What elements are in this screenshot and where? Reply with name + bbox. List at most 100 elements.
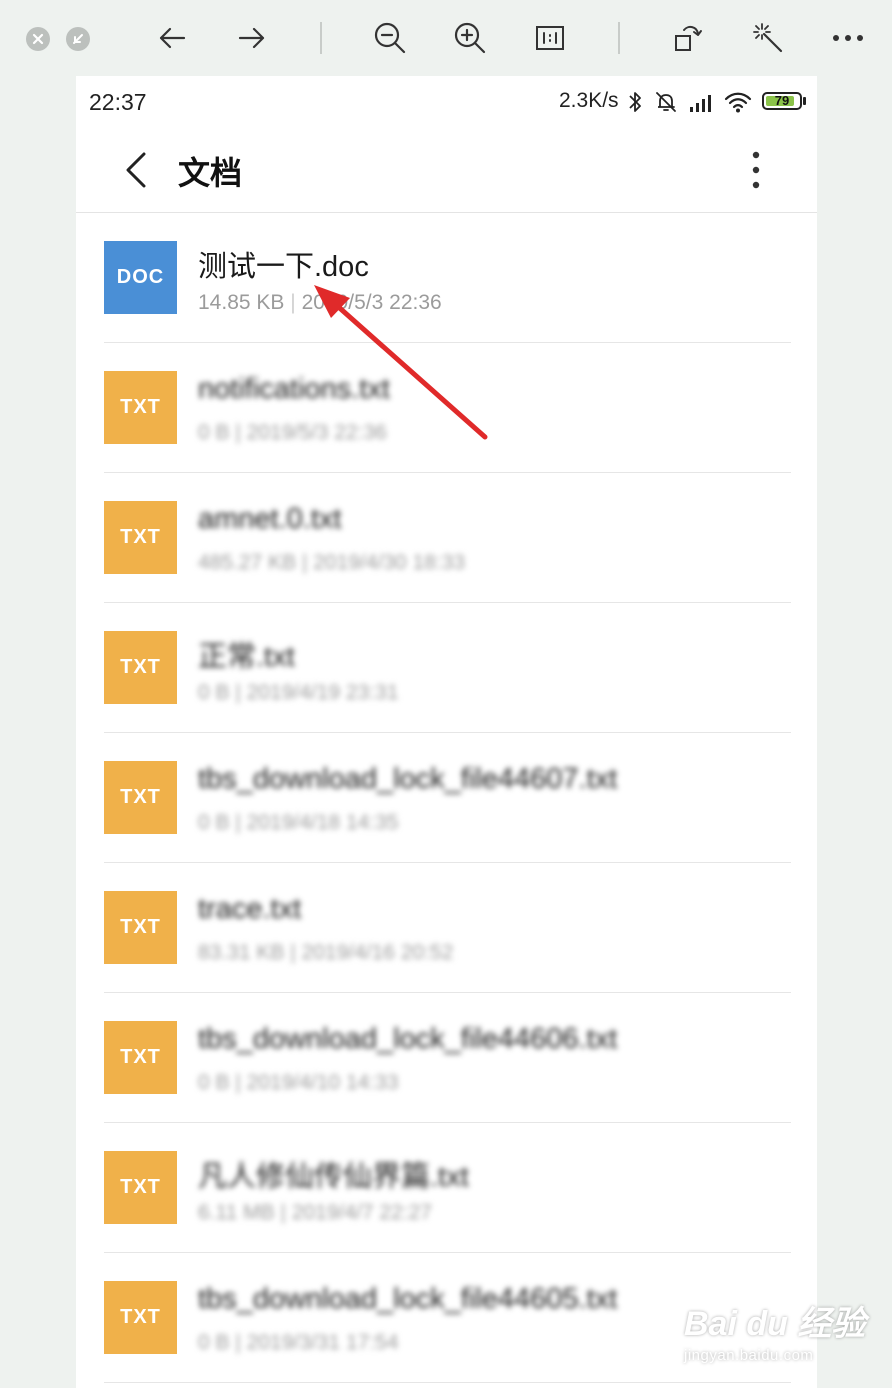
file-list-item[interactable]: TXT amnet.0.txt 485.27 KB | 2019/4/30 18… [76,473,817,603]
battery-indicator: 79 [762,92,802,110]
actual-size-icon [536,26,564,50]
prev-image-button[interactable] [148,14,196,62]
file-name: tbs_download_lock_file44605.txt [198,1283,618,1315]
file-date: 2019/4/30 18:33 [313,551,466,574]
rotate-button[interactable] [664,14,712,62]
file-name: tbs_download_lock_file44606.txt [198,1023,618,1055]
meta-separator: | [235,1331,241,1354]
close-icon [32,33,44,45]
file-name: amnet.0.txt [198,503,342,535]
rotate-icon [675,25,702,51]
file-list-item[interactable]: TXT tbs_download_lock_file44607.txt 0 B … [76,733,817,863]
wifi-icon [724,92,752,113]
network-speed: 2.3K/s [559,89,619,112]
file-meta: 0 B | 2019/4/10 14:33 [198,1071,399,1095]
txt-file-icon: TXT [104,631,177,704]
file-date: 2019/5/3 22:36 [246,421,387,444]
txt-file-icon: TXT [104,1281,177,1354]
toolbar-separator [618,22,620,54]
baidu-watermark: Bai du 经验 jingyan.baidu.com [684,1296,865,1364]
file-date: 2019/5/3 22:36 [301,291,442,314]
meta-separator: | [235,421,241,444]
file-meta: 83.31 KB | 2019/4/16 20:52 [198,941,453,965]
meta-separator: | [301,551,308,574]
file-size: 14.85 KB [198,291,285,314]
magic-wand-icon [753,23,783,53]
status-bar: 22:37 2.3K/s 79 [76,76,817,128]
file-list-item[interactable]: TXT 凡人修仙传仙界篇.txt 6.11 MB | 2019/4/7 22:2… [76,1123,817,1253]
file-name: tbs_download_lock_file44607.txt [198,763,618,795]
actual-size-button[interactable] [526,14,574,62]
chevron-left-icon [126,152,146,188]
overflow-menu-button[interactable] [736,148,776,192]
file-name: 测试一下.doc [198,251,369,283]
txt-file-icon: TXT [104,1151,177,1224]
more-horizontal-icon [833,35,863,41]
arrow-left-icon [159,27,186,49]
list-divider [104,1382,791,1383]
doc-file-icon: DOC [104,241,177,314]
file-name: 正常.txt [198,641,295,673]
file-size: 0 B [198,681,230,704]
watermark-main: Bai du 经验 [684,1305,866,1343]
bluetooth-icon [629,92,641,112]
file-name: 凡人修仙传仙界篇.txt [198,1161,469,1193]
enhance-button[interactable] [744,14,792,62]
meta-separator: | [235,1071,241,1094]
file-date: 2019/4/10 14:33 [246,1071,399,1094]
meta-separator: | [290,291,296,314]
file-list-item[interactable]: TXT 正常.txt 0 B | 2019/4/19 23:31 [76,603,817,733]
file-name: notifications.txt [198,373,390,405]
txt-file-icon: TXT [104,891,177,964]
battery-level: 79 [774,93,790,108]
file-size: 0 B [198,421,230,444]
zoom-out-icon [374,22,406,54]
zoom-out-button[interactable] [366,14,414,62]
close-window-button[interactable] [26,27,50,51]
page-title: 文档 [178,155,243,191]
file-list-item[interactable]: TXT tbs_download_lock_file44606.txt 0 B … [76,993,817,1123]
file-meta: 6.11 MB | 2019/4/7 22:27 [198,1201,432,1225]
app-header: 文档 [76,128,817,213]
status-time: 22:37 [89,89,147,115]
file-size: 6.11 MB [198,1201,275,1224]
next-image-button[interactable] [228,14,276,62]
signal-icon [690,95,711,112]
file-meta: 0 B | 2019/5/3 22:36 [198,421,387,445]
arrow-right-icon [238,27,265,49]
txt-file-icon: TXT [104,761,177,834]
viewer-toolbar [0,0,892,76]
minimize-window-button[interactable] [66,27,90,51]
file-list-item[interactable]: TXT trace.txt 83.31 KB | 2019/4/16 20:52 [76,863,817,993]
file-list-item[interactable]: DOC 测试一下.doc 14.85 KB | 2019/5/3 22:36 [76,213,817,343]
file-meta: 0 B | 2019/4/19 23:31 [198,681,399,705]
meta-separator: | [290,941,296,964]
txt-file-icon: TXT [104,371,177,444]
battery-tip [803,97,806,105]
file-list-item[interactable]: TXT notifications.txt 0 B | 2019/5/3 22:… [76,343,817,473]
more-vertical-icon [752,151,760,189]
zoom-in-icon [454,22,486,54]
zoom-in-button[interactable] [446,14,494,62]
file-name: trace.txt [198,893,302,925]
mute-bell-icon [656,92,676,112]
txt-file-icon: TXT [104,1021,177,1094]
more-options-button[interactable] [824,14,872,62]
file-meta: 0 B | 2019/3/31 17:54 [198,1331,399,1355]
meta-separator: | [235,681,241,704]
file-date: 2019/4/18 14:35 [246,811,399,834]
back-button[interactable] [116,148,156,192]
file-size: 0 B [198,1331,230,1354]
toolbar-separator [320,22,322,54]
file-date: 2019/4/16 20:52 [301,941,454,964]
meta-separator: | [280,1201,286,1224]
file-size: 83.31 KB [198,941,285,964]
file-date: 2019/4/19 23:31 [246,681,399,704]
file-meta: 0 B | 2019/4/18 14:35 [198,811,399,835]
shrink-icon [73,34,83,44]
file-date: 2019/3/31 17:54 [246,1331,399,1354]
file-size: 0 B [198,1071,230,1094]
file-size: 485.27 KB [198,551,297,574]
watermark-sub: jingyan.baidu.com [684,1347,814,1364]
file-date: 2019/4/7 22:27 [291,1201,432,1224]
